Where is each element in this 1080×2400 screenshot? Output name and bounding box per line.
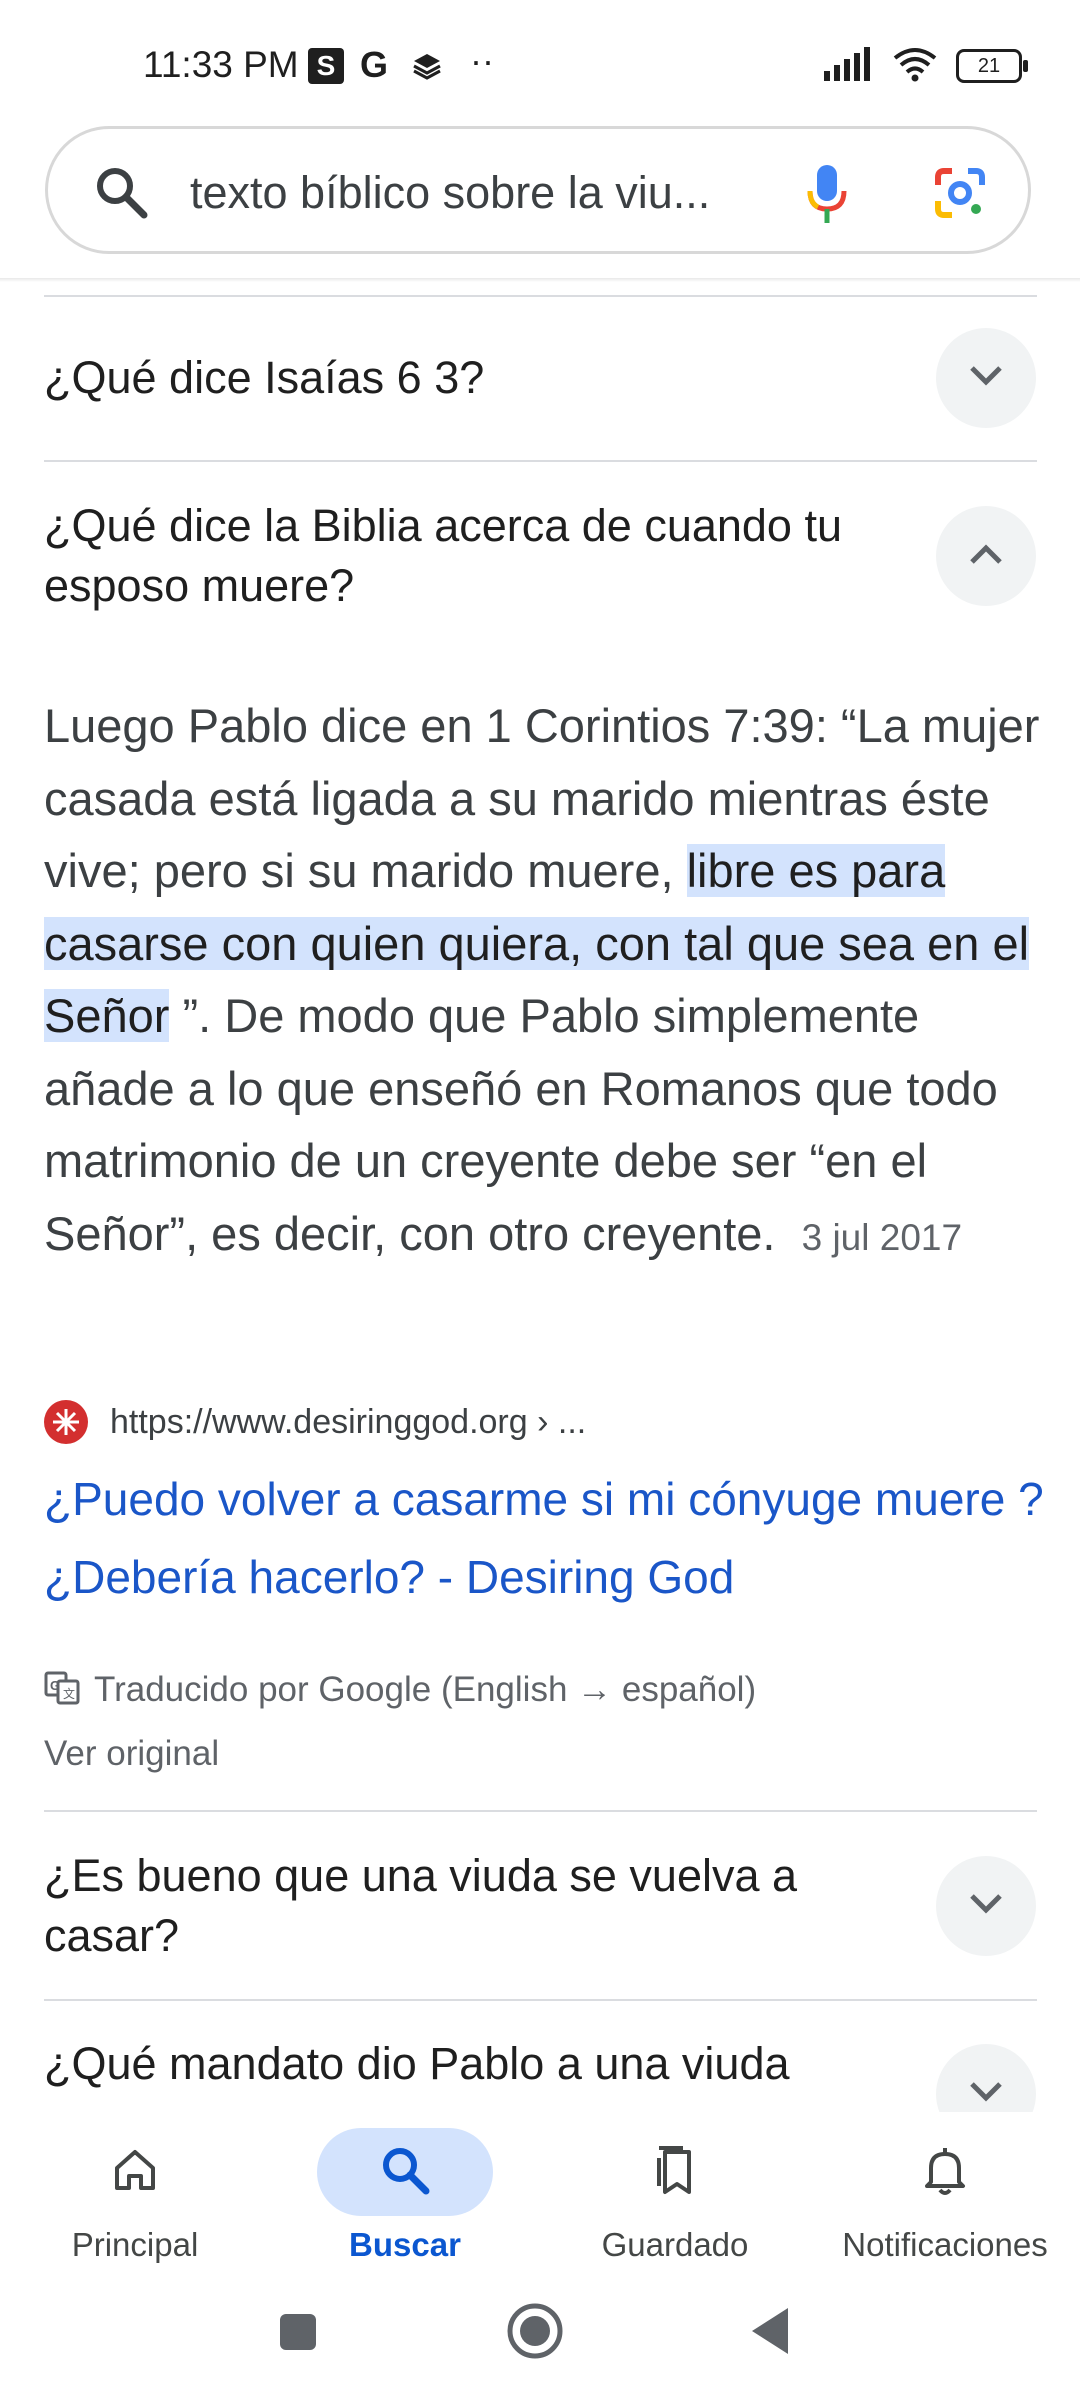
source-url[interactable]: https://www.desiringgod.org › ... — [110, 1403, 586, 1442]
nav-guardado[interactable]: Guardado — [540, 2112, 810, 2272]
expand-button-3[interactable] — [936, 1856, 1036, 1956]
collapse-button-2[interactable] — [936, 506, 1036, 606]
search-input[interactable]: texto bíblico sobre la viu... — [190, 167, 710, 219]
status-bar: 11:33 PM S G ·· 21 — [0, 0, 1080, 120]
nav-label-principal: Principal — [71, 2226, 199, 2263]
divider — [44, 460, 1037, 462]
home-icon-wrap — [47, 2128, 223, 2216]
header-shadow — [0, 278, 1080, 282]
divider — [44, 1810, 1037, 1812]
translation-info: G 文 Traducido por Google (English → espa… — [44, 1670, 756, 1710]
nav-label-guardado: Guardado — [601, 2226, 749, 2263]
see-original-link[interactable]: Ver original — [44, 1734, 219, 1774]
s-app-icon: S — [308, 48, 344, 84]
chevron-up-icon — [966, 542, 1006, 571]
google-lens-icon[interactable] — [934, 167, 986, 224]
divider — [44, 1999, 1037, 2001]
wifi-icon — [892, 46, 938, 87]
bookmarks-icon-wrap — [587, 2128, 763, 2216]
google-app-icon: G — [360, 44, 389, 85]
nav-label-notificaciones: Notificaciones — [842, 2226, 1048, 2263]
faq-question-2[interactable]: ¿Qué dice la Biblia acerca de cuando tu … — [44, 496, 884, 616]
translated-by-text: Traducido por Google (English → español) — [94, 1670, 757, 1709]
faq-question-4[interactable]: ¿Qué mandato dio Pablo a una viuda — [44, 2034, 884, 2094]
microphone-icon[interactable] — [806, 163, 848, 230]
status-time: 11:33 PM — [143, 44, 299, 85]
back-triangle-icon[interactable] — [748, 2306, 792, 2361]
nav-buscar[interactable]: Buscar — [270, 2112, 540, 2272]
faq-question-3[interactable]: ¿Es bueno que una viuda se vuelva a casa… — [44, 1846, 884, 1966]
chevron-down-icon — [966, 1892, 1006, 1921]
battery-level: 21 — [977, 54, 1001, 77]
chevron-down-icon — [966, 364, 1006, 393]
source-row[interactable]: https://www.desiringgod.org › ... — [44, 1400, 586, 1444]
svg-text:G: G — [50, 1678, 60, 1693]
bell-icon — [921, 2144, 969, 2201]
expand-button-1[interactable] — [936, 328, 1036, 428]
divider — [44, 295, 1037, 297]
system-navigation-bar — [0, 2272, 1080, 2400]
bookmarks-icon — [651, 2144, 699, 2201]
nav-label-buscar: Buscar — [349, 2226, 461, 2263]
recents-square-icon[interactable] — [278, 2312, 318, 2357]
faq-question-1[interactable]: ¿Qué dice Isaías 6 3? — [44, 348, 884, 408]
home-circle-icon[interactable] — [506, 2302, 564, 2365]
translate-icon: G 文 — [44, 1671, 80, 1710]
bottom-navigation: Principal Buscar Guardado Notificaciones — [0, 2112, 1080, 2272]
search-icon-wrap — [317, 2128, 493, 2216]
home-icon — [111, 2146, 159, 2199]
battery-icon: 21 — [956, 49, 1028, 83]
bell-icon-wrap — [857, 2128, 1033, 2216]
nav-notificaciones[interactable]: Notificaciones — [810, 2112, 1080, 2272]
layers-icon — [412, 52, 442, 88]
search-bar[interactable]: texto bíblico sobre la viu... — [45, 126, 1031, 254]
result-title-link[interactable]: ¿Puedo volver a casarme si mi cónyuge mu… — [44, 1460, 1044, 1616]
answer-text: Luego Pablo dice en 1 Corintios 7:39: “L… — [44, 690, 1044, 1274]
search-icon — [94, 165, 148, 224]
more-notifications-icon: ·· — [470, 40, 494, 81]
search-icon — [380, 2145, 430, 2200]
desiring-god-favicon — [44, 1400, 88, 1444]
nav-principal[interactable]: Principal — [0, 2112, 270, 2272]
chevron-down-icon — [966, 2080, 1006, 2109]
svg-text:文: 文 — [63, 1686, 75, 1701]
signal-icon — [822, 46, 874, 86]
answer-date: 3 jul 2017 — [801, 1216, 963, 1258]
